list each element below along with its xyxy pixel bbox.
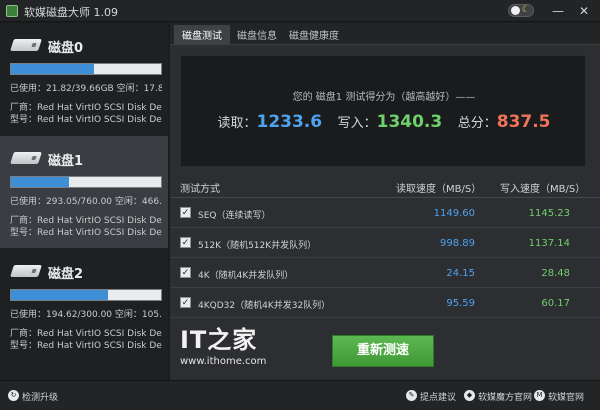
- tab-disk-test[interactable]: 磁盘测试: [174, 25, 230, 44]
- tab-disk-info[interactable]: 磁盘信息: [237, 27, 277, 42]
- write-speed: 28.48: [541, 268, 570, 279]
- usage-fill: [11, 177, 69, 187]
- test-checkbox[interactable]: ✓: [180, 207, 191, 218]
- disk-usage-text: 已使用：293.05/760.00 空闲：466.95GB: [10, 197, 162, 207]
- feedback-link[interactable]: 提点建议: [420, 390, 456, 403]
- app-icon: [6, 5, 18, 17]
- check-update-link[interactable]: 检测升级: [22, 390, 58, 403]
- score-description: 您的 磁盘1 测试得分为（越高越好）——: [292, 92, 476, 103]
- test-method: 512K（随机512K并发队列）: [198, 241, 317, 251]
- hard-disk-icon: [10, 152, 42, 164]
- table-row: ✓ SEQ（连续读写） 1149.60 1145.23: [170, 199, 600, 228]
- write-label: 写入：: [337, 116, 377, 131]
- table-row: ✓ 512K（随机512K并发队列） 998.89 1137.14: [170, 229, 600, 258]
- close-button[interactable]: ✕: [574, 2, 594, 20]
- read-speed: 1149.60: [433, 208, 475, 219]
- table-row: ✓ 4KQD32（随机4K并发32队列） 95.59 60.17: [170, 289, 600, 318]
- website-link[interactable]: 软媒官网: [548, 390, 584, 403]
- hard-disk-icon: [10, 265, 42, 277]
- table-row: ✓ 4K（随机4K并发队列） 24.15 28.48: [170, 259, 600, 288]
- write-score: 1340.3: [376, 112, 443, 132]
- score-row: 读取：1233.6 写入：1340.3 总分：837.5: [181, 112, 587, 132]
- disk-name: 磁盘1: [48, 154, 84, 169]
- disk-item-1[interactable]: 磁盘1 已使用：293.05/760.00 空闲：466.95GB 厂商：Red…: [0, 136, 168, 248]
- read-speed: 95.59: [446, 298, 475, 309]
- title-bar: 软媒磁盘大师 1.09 ☾ — ✕: [0, 0, 600, 22]
- disk-name: 磁盘2: [48, 267, 84, 282]
- usage-bar: [10, 63, 162, 75]
- store-icon: ◆: [464, 390, 475, 401]
- read-speed: 24.15: [446, 268, 475, 279]
- disk-usage-text: 已使用：194.62/300.00 空闲：105.38GB: [10, 310, 162, 320]
- minimize-button[interactable]: —: [548, 2, 568, 20]
- read-label: 读取：: [217, 116, 257, 131]
- refresh-icon: ↻: [8, 390, 19, 401]
- disk-sidebar: 磁盘0 已使用：21.82/39.66GB 空闲：17.83GB 厂商：Red …: [0, 23, 168, 380]
- results-table-header: 测试方式 读取速度（MB/S） 写入速度（MB/S）: [170, 174, 600, 198]
- disk-name: 磁盘0: [48, 41, 84, 56]
- test-checkbox[interactable]: ✓: [180, 267, 191, 278]
- usage-bar: [10, 289, 162, 301]
- store-link[interactable]: 软媒魔方官网: [478, 390, 532, 403]
- col-method: 测试方式: [180, 184, 220, 195]
- disk-item-0[interactable]: 磁盘0 已使用：21.82/39.66GB 空闲：17.83GB 厂商：Red …: [0, 23, 168, 135]
- theme-toggle[interactable]: ☾: [508, 4, 534, 17]
- disk-usage-text: 已使用：21.82/39.66GB 空闲：17.83GB: [10, 84, 162, 94]
- m-logo-icon: M: [534, 390, 545, 401]
- col-read: 读取速度（MB/S）: [396, 184, 482, 195]
- col-write: 写入速度（MB/S）: [500, 184, 586, 195]
- toggle-knob-icon: [511, 6, 520, 15]
- total-label: 总分：: [457, 116, 497, 131]
- feedback-icon: ✎: [406, 390, 417, 401]
- usage-bar: [10, 176, 162, 188]
- disk-model: 型号：Red Hat VirtIO SCSI Disk Device: [10, 228, 162, 238]
- write-speed: 60.17: [541, 298, 570, 309]
- retest-button[interactable]: 重新测速: [332, 335, 434, 367]
- bottom-bar: ↻ 检测升级 ✎ 提点建议 ◆ 软媒魔方官网 M 软媒官网: [0, 380, 600, 410]
- disk-item-2[interactable]: 磁盘2 已使用：194.62/300.00 空闲：105.38GB 厂商：Red…: [0, 249, 168, 361]
- tab-disk-health[interactable]: 磁盘健康度: [289, 27, 339, 42]
- write-speed: 1137.14: [528, 238, 570, 249]
- disk-model: 型号：Red Hat VirtIO SCSI Disk Device: [10, 115, 162, 125]
- moon-icon: ☾: [521, 5, 530, 15]
- write-speed: 1145.23: [528, 208, 570, 219]
- test-checkbox[interactable]: ✓: [180, 297, 191, 308]
- score-panel: 您的 磁盘1 测试得分为（越高越好）—— 读取：1233.6 写入：1340.3…: [180, 55, 586, 167]
- test-checkbox[interactable]: ✓: [180, 237, 191, 248]
- ithome-watermark-logo: IT之家: [180, 326, 258, 354]
- total-score: 837.5: [496, 112, 551, 132]
- disk-model: 型号：Red Hat VirtIO SCSI Disk Device: [10, 341, 162, 351]
- tab-bar: 磁盘测试 磁盘信息 磁盘健康度: [170, 23, 600, 45]
- read-score: 1233.6: [256, 112, 323, 132]
- test-method: 4K（随机4K并发队列）: [198, 271, 294, 281]
- read-speed: 998.89: [440, 238, 475, 249]
- usage-fill: [11, 64, 94, 74]
- usage-fill: [11, 290, 109, 300]
- test-method: 4KQD32（随机4K并发32队列）: [198, 301, 331, 311]
- hard-disk-icon: [10, 39, 42, 51]
- test-method: SEQ（连续读写）: [198, 211, 271, 221]
- window-title: 软媒磁盘大师 1.09: [24, 6, 118, 19]
- ithome-watermark-url: www.ithome.com: [180, 356, 267, 367]
